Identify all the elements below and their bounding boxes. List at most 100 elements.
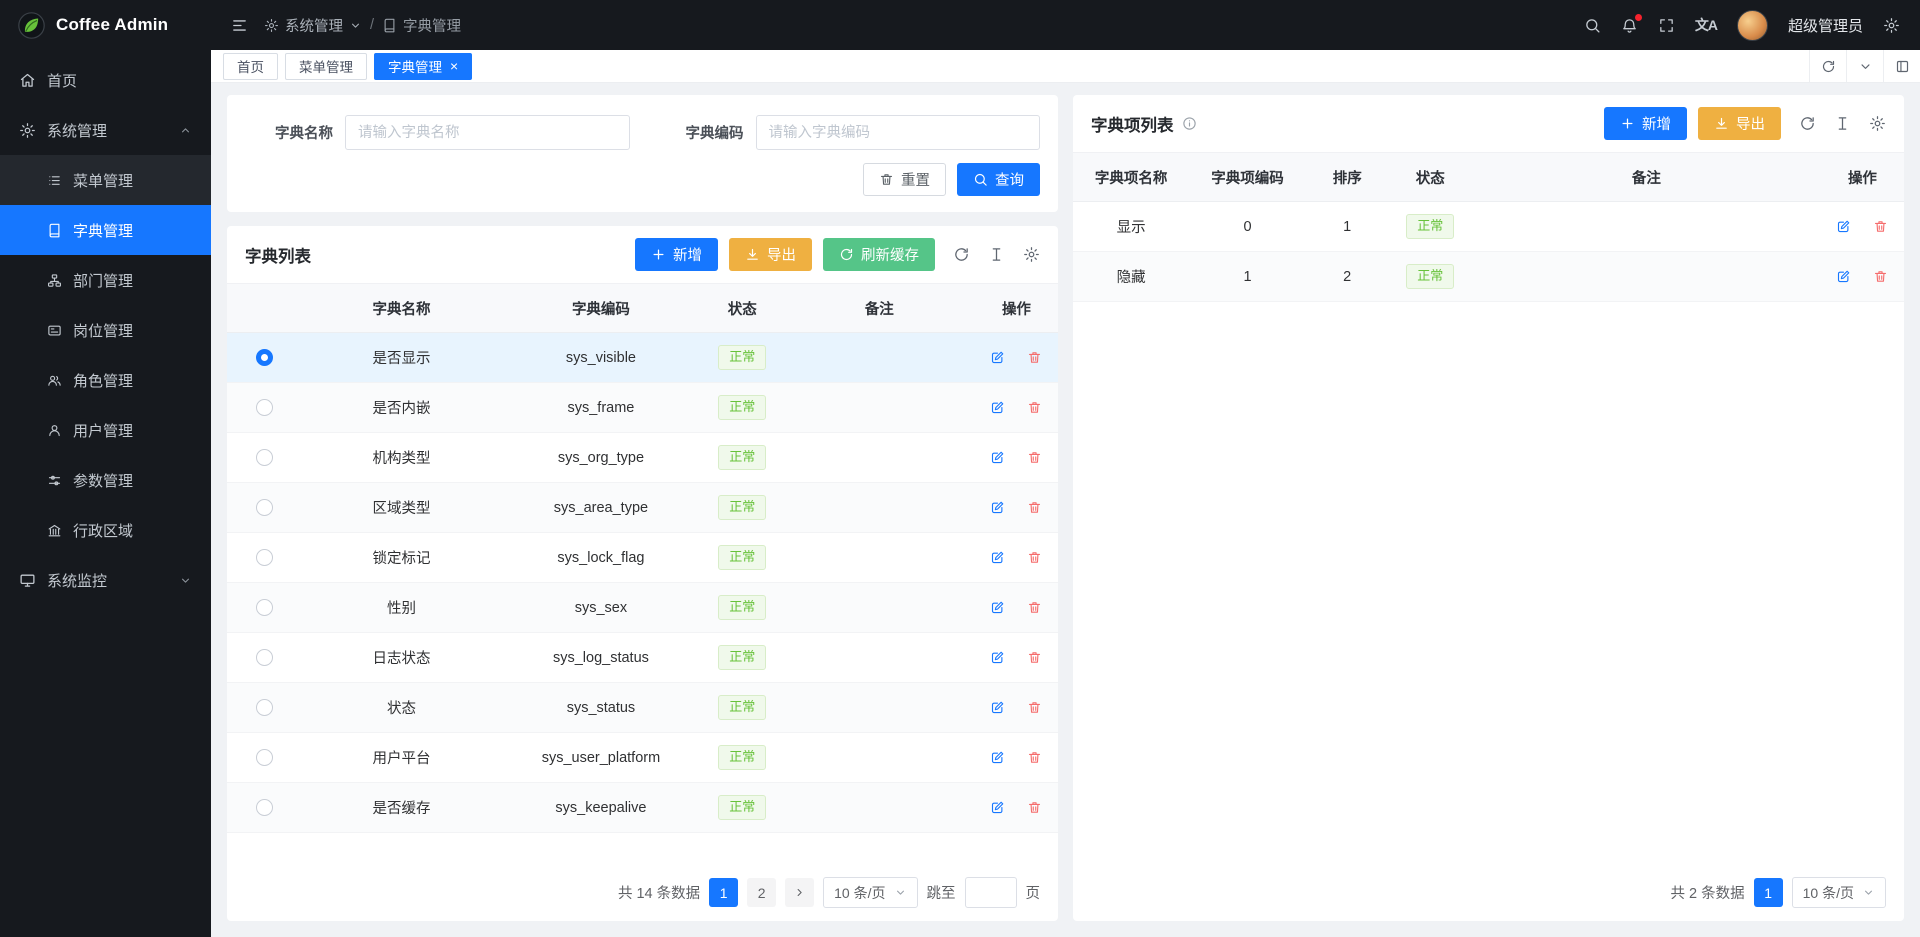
delete-button[interactable] xyxy=(1027,650,1042,665)
dict-item-row[interactable]: 隐藏 1 2 正常 xyxy=(1073,252,1904,302)
row-height-button[interactable] xyxy=(1834,115,1851,132)
delete-button[interactable] xyxy=(1027,400,1042,415)
tab-dict-mgmt[interactable]: 字典管理 × xyxy=(374,53,472,80)
dict-table-row[interactable]: 区域类型 sys_area_type 正常 xyxy=(227,483,1058,533)
sidebar-item-post-mgmt[interactable]: 岗位管理 xyxy=(0,305,211,355)
delete-button[interactable] xyxy=(1027,800,1042,815)
next-page-button[interactable] xyxy=(785,878,814,907)
delete-button[interactable] xyxy=(1027,350,1042,365)
export-items-button[interactable]: 导出 xyxy=(1698,107,1781,140)
delete-button[interactable] xyxy=(1027,450,1042,465)
dict-code-cell: sys_user_platform xyxy=(501,733,700,783)
page-button-1[interactable]: 1 xyxy=(709,878,738,907)
sidebar-item-dept-mgmt[interactable]: 部门管理 xyxy=(0,255,211,305)
edit-button[interactable] xyxy=(990,400,1005,415)
delete-button[interactable] xyxy=(1873,219,1888,234)
add-item-button[interactable]: 新增 xyxy=(1604,107,1687,140)
page-size-select[interactable]: 10 条/页 xyxy=(823,877,917,908)
edit-button[interactable] xyxy=(990,600,1005,615)
tab-menu-mgmt[interactable]: 菜单管理 xyxy=(285,53,367,80)
sidebar-item-region-mgmt[interactable]: 行政区域 xyxy=(0,505,211,555)
add-dict-button[interactable]: 新增 xyxy=(635,238,718,271)
refresh-page-button[interactable] xyxy=(1809,50,1846,82)
edit-button[interactable] xyxy=(990,750,1005,765)
row-radio[interactable] xyxy=(256,799,273,816)
edit-button[interactable] xyxy=(990,800,1005,815)
delete-button[interactable] xyxy=(1027,700,1042,715)
sidebar-item-menu-mgmt[interactable]: 菜单管理 xyxy=(0,155,211,205)
row-radio[interactable] xyxy=(256,349,273,366)
dict-code-input[interactable] xyxy=(756,115,1041,150)
dict-name-cell: 性别 xyxy=(302,583,501,633)
tab-options-button[interactable] xyxy=(1846,50,1883,82)
sidebar-item-label: 首页 xyxy=(47,70,77,91)
delete-button[interactable] xyxy=(1027,750,1042,765)
dict-table-row[interactable]: 状态 sys_status 正常 xyxy=(227,683,1058,733)
sidebar-item-monitor[interactable]: 系统监控 xyxy=(0,555,211,605)
language-switch-button[interactable]: 文A xyxy=(1695,15,1717,35)
dict-table-row[interactable]: 是否显示 sys_visible 正常 xyxy=(227,333,1058,383)
edit-button[interactable] xyxy=(990,450,1005,465)
edit-button[interactable] xyxy=(1836,269,1851,284)
dict-item-row[interactable]: 显示 0 1 正常 xyxy=(1073,202,1904,252)
collapse-sidebar-button[interactable] xyxy=(231,17,248,34)
sidebar-item-user-mgmt[interactable]: 用户管理 xyxy=(0,405,211,455)
table-settings-button[interactable] xyxy=(1023,246,1040,263)
dict-table-row[interactable]: 锁定标记 sys_lock_flag 正常 xyxy=(227,533,1058,583)
settings-button[interactable] xyxy=(1883,17,1900,34)
fullscreen-button[interactable] xyxy=(1658,17,1675,34)
current-user-name[interactable]: 超级管理员 xyxy=(1788,15,1863,36)
sidebar-item-param-mgmt[interactable]: 参数管理 xyxy=(0,455,211,505)
sidebar-item-role-mgmt[interactable]: 角色管理 xyxy=(0,355,211,405)
edit-button[interactable] xyxy=(990,650,1005,665)
row-radio[interactable] xyxy=(256,449,273,466)
dict-table-row[interactable]: 用户平台 sys_user_platform 正常 xyxy=(227,733,1058,783)
dict-name-input[interactable] xyxy=(345,115,630,150)
row-height-button[interactable] xyxy=(988,246,1005,263)
delete-button[interactable] xyxy=(1027,550,1042,565)
dict-table-row[interactable]: 性别 sys_sex 正常 xyxy=(227,583,1058,633)
dict-table-row[interactable]: 是否缓存 sys_keepalive 正常 xyxy=(227,783,1058,833)
row-radio[interactable] xyxy=(256,549,273,566)
delete-button[interactable] xyxy=(1873,269,1888,284)
jump-page-input[interactable] xyxy=(965,877,1017,908)
row-radio[interactable] xyxy=(256,499,273,516)
dict-table-row[interactable]: 日志状态 sys_log_status 正常 xyxy=(227,633,1058,683)
dict-table-row[interactable]: 机构类型 sys_org_type 正常 xyxy=(227,433,1058,483)
row-radio[interactable] xyxy=(256,599,273,616)
notifications-button[interactable] xyxy=(1621,17,1638,34)
row-radio[interactable] xyxy=(256,749,273,766)
page-button-2[interactable]: 2 xyxy=(747,878,776,907)
export-dict-button[interactable]: 导出 xyxy=(729,238,812,271)
query-button[interactable]: 查询 xyxy=(957,163,1040,196)
close-icon[interactable]: × xyxy=(450,59,458,73)
edit-button[interactable] xyxy=(990,550,1005,565)
tab-home[interactable]: 首页 xyxy=(223,53,278,80)
row-radio[interactable] xyxy=(256,649,273,666)
edit-button[interactable] xyxy=(990,500,1005,515)
table-refresh-button[interactable] xyxy=(1799,115,1816,132)
refresh-cache-button[interactable]: 刷新缓存 xyxy=(823,238,935,271)
table-refresh-button[interactable] xyxy=(953,246,970,263)
content-fullscreen-button[interactable] xyxy=(1883,50,1920,82)
search-button[interactable] xyxy=(1584,17,1601,34)
sidebar-item-dict-mgmt[interactable]: 字典管理 xyxy=(0,205,211,255)
delete-button[interactable] xyxy=(1027,600,1042,615)
edit-button[interactable] xyxy=(990,350,1005,365)
sidebar-item-home[interactable]: 首页 xyxy=(0,55,211,105)
table-settings-button[interactable] xyxy=(1869,115,1886,132)
page-size-select[interactable]: 10 条/页 xyxy=(1792,877,1886,908)
edit-button[interactable] xyxy=(1836,219,1851,234)
dict-table-row[interactable]: 是否内嵌 sys_frame 正常 xyxy=(227,383,1058,433)
app-logo[interactable]: Coffee Admin xyxy=(0,0,211,50)
page-button-1[interactable]: 1 xyxy=(1754,878,1783,907)
reset-button[interactable]: 重置 xyxy=(863,163,946,196)
avatar[interactable] xyxy=(1737,10,1768,41)
edit-button[interactable] xyxy=(990,700,1005,715)
breadcrumb-group[interactable]: 系统管理 xyxy=(264,15,362,36)
row-radio[interactable] xyxy=(256,399,273,416)
sidebar-item-system[interactable]: 系统管理 xyxy=(0,105,211,155)
gear-icon xyxy=(1869,115,1886,132)
delete-button[interactable] xyxy=(1027,500,1042,515)
row-radio[interactable] xyxy=(256,699,273,716)
